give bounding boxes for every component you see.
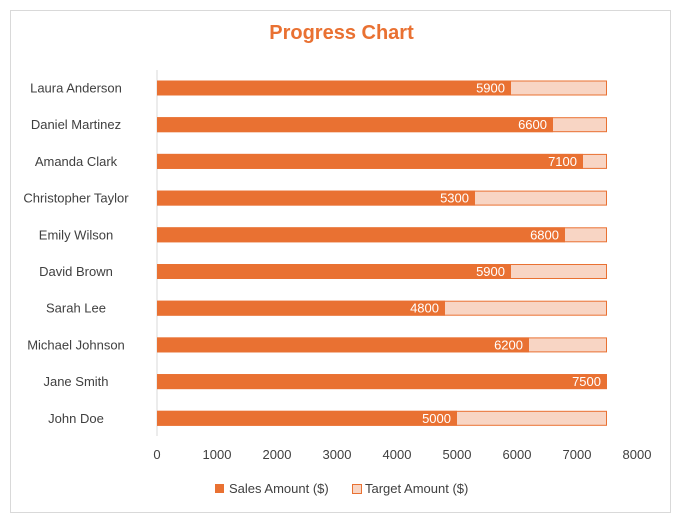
progress-bar-chart: Laura Anderson 5900 Daniel Martinez 6600 Ama… xyxy=(23,70,652,496)
data-label: 6600 xyxy=(518,117,547,132)
x-tick-label: 4000 xyxy=(383,447,412,462)
data-label: 5300 xyxy=(440,191,469,206)
sales-bar xyxy=(157,300,445,316)
x-tick-label: 6000 xyxy=(503,447,532,462)
category-label: Amanda Clark xyxy=(35,154,118,169)
data-label: 5000 xyxy=(422,411,451,426)
sales-bar xyxy=(157,337,529,353)
category-label: David Brown xyxy=(39,264,113,279)
x-tick-label: 5000 xyxy=(443,447,472,462)
sales-bar xyxy=(157,80,511,96)
category-label: Laura Anderson xyxy=(30,81,122,96)
legend-label-target: Target Amount ($) xyxy=(365,481,468,496)
sales-bar xyxy=(157,117,553,133)
category-label: Daniel Martinez xyxy=(31,117,121,132)
sales-bar xyxy=(157,264,511,279)
category-label: Jane Smith xyxy=(43,374,108,389)
sales-bar xyxy=(157,190,475,206)
sales-bar xyxy=(157,410,457,426)
sales-bar xyxy=(157,374,607,390)
x-tick-label: 1000 xyxy=(203,447,232,462)
data-label: 5900 xyxy=(476,81,505,96)
legend-swatch-target xyxy=(352,484,362,494)
legend-label-sales: Sales Amount ($) xyxy=(229,481,329,496)
data-label: 7500 xyxy=(572,374,601,389)
data-label: 6800 xyxy=(530,227,559,242)
x-tick-label: 8000 xyxy=(623,447,652,462)
x-tick-label: 3000 xyxy=(323,447,352,462)
x-tick-label: 7000 xyxy=(563,447,592,462)
sales-bar xyxy=(157,153,583,169)
legend-swatch-sales xyxy=(215,484,224,493)
category-label: Christopher Taylor xyxy=(23,191,129,206)
category-label: Emily Wilson xyxy=(39,227,113,242)
data-label: 4800 xyxy=(410,301,439,316)
category-label: Sarah Lee xyxy=(46,301,106,316)
category-label: John Doe xyxy=(48,411,104,426)
data-label: 6200 xyxy=(494,337,523,352)
category-label: Michael Johnson xyxy=(27,337,125,352)
sales-bar xyxy=(157,227,565,243)
x-tick-label: 2000 xyxy=(263,447,292,462)
data-label: 7100 xyxy=(548,154,577,169)
data-label: 5900 xyxy=(476,264,505,279)
x-tick-label: 0 xyxy=(153,447,160,462)
